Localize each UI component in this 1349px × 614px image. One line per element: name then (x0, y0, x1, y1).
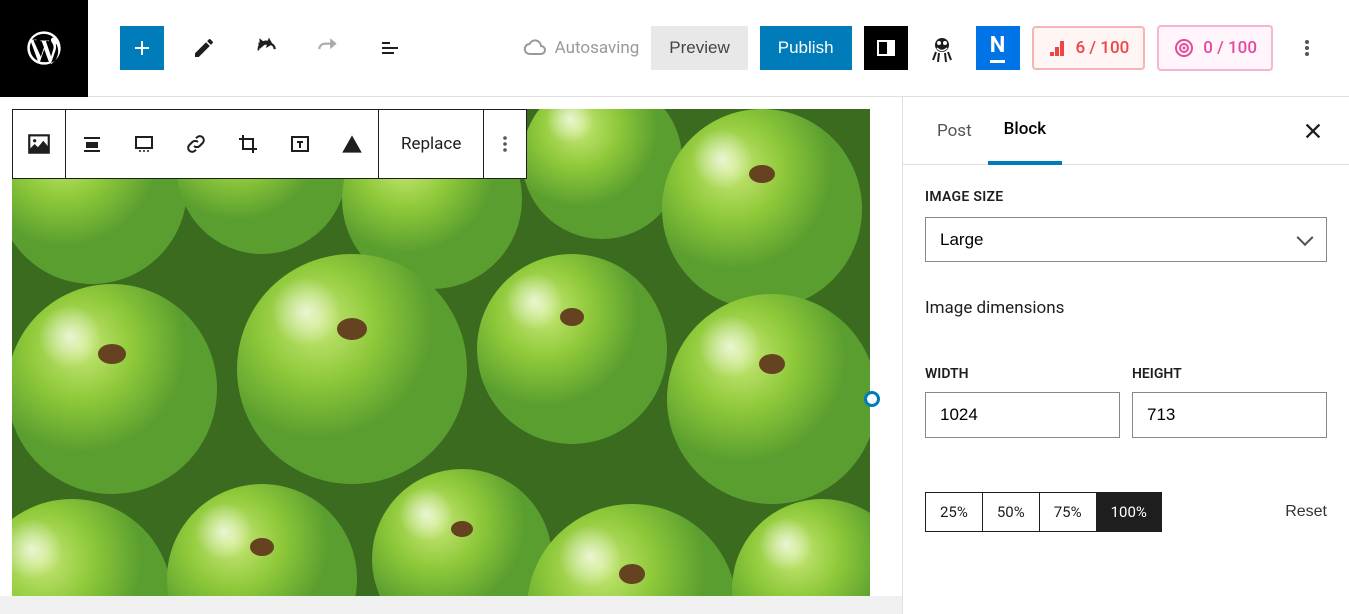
undo-icon (253, 35, 279, 61)
block-more-button[interactable] (484, 110, 526, 178)
caption-button[interactable] (118, 110, 170, 178)
tab-block[interactable]: Block (988, 97, 1062, 165)
duotone-icon (339, 131, 365, 157)
document-outline-button[interactable] (368, 26, 412, 70)
height-input[interactable] (1132, 392, 1327, 438)
close-icon (1302, 120, 1324, 142)
dots-vertical-icon (1295, 36, 1319, 60)
link-icon (184, 132, 208, 156)
preset-50[interactable]: 50% (983, 493, 1040, 531)
more-options-button[interactable] (1285, 26, 1329, 70)
height-label: HEIGHT (1132, 366, 1327, 382)
preset-100[interactable]: 100% (1097, 493, 1161, 531)
dots-vertical-icon (493, 132, 517, 156)
rankmath-button[interactable] (920, 26, 964, 70)
sidebar-icon (874, 36, 898, 60)
seo-score-text: 6 / 100 (1076, 38, 1130, 58)
close-sidebar-button[interactable] (1295, 113, 1331, 149)
align-button[interactable] (66, 110, 118, 178)
align-icon (80, 132, 104, 156)
readability-score-badge[interactable]: 0 / 100 (1157, 25, 1273, 71)
crop-button[interactable] (222, 110, 274, 178)
crop-icon (236, 132, 260, 156)
image-size-select[interactable]: Large (925, 217, 1327, 262)
block-toolbar: Replace (12, 109, 527, 179)
size-presets: 25% 50% 75% 100% (925, 492, 1162, 532)
list-icon (378, 36, 402, 60)
horizontal-scrollbar[interactable] (0, 596, 902, 614)
text-overlay-icon (288, 132, 312, 156)
autosave-text: Autosaving (555, 38, 640, 58)
dimensions-label: Image dimensions (925, 298, 1327, 318)
redo-button[interactable] (306, 26, 350, 70)
n-plugin-button[interactable]: N (976, 26, 1020, 70)
width-input[interactable] (925, 392, 1120, 438)
wordpress-logo[interactable] (0, 0, 88, 97)
preview-button[interactable]: Preview (651, 26, 747, 70)
plus-icon (130, 36, 154, 60)
pencil-icon (192, 36, 216, 60)
toolbar-right: Autosaving Preview Publish N 6 / 100 0 /… (523, 25, 1349, 71)
preset-75[interactable]: 75% (1040, 493, 1097, 531)
image-icon (26, 131, 52, 157)
image-size-label: IMAGE SIZE (925, 189, 1327, 205)
target-icon (1173, 37, 1195, 59)
readability-text: 0 / 100 (1203, 38, 1257, 58)
edit-button[interactable] (182, 26, 226, 70)
link-button[interactable] (170, 110, 222, 178)
rankmath-icon (926, 32, 958, 64)
seo-score-badge[interactable]: 6 / 100 (1032, 26, 1146, 70)
width-label: WIDTH (925, 366, 1120, 382)
editor-topbar: Autosaving Preview Publish N 6 / 100 0 /… (0, 0, 1349, 97)
sidebar-tabs: Post Block (903, 97, 1349, 165)
toolbar-left (88, 26, 412, 70)
add-block-button[interactable] (120, 26, 164, 70)
autosave-status: Autosaving (523, 36, 640, 60)
text-overlay-button[interactable] (274, 110, 326, 178)
apple-image (12, 109, 870, 614)
redo-icon (315, 35, 341, 61)
settings-panel-toggle[interactable] (864, 26, 908, 70)
preset-25[interactable]: 25% (926, 493, 983, 531)
block-type-button[interactable] (13, 110, 65, 178)
cloud-icon (523, 36, 547, 60)
editor-canvas: Replace (0, 97, 902, 614)
n-label: N (990, 33, 1006, 63)
reset-button[interactable]: Reset (1285, 503, 1327, 521)
wordpress-icon (24, 28, 64, 68)
tab-post[interactable]: Post (921, 99, 988, 163)
undo-button[interactable] (244, 26, 288, 70)
bars-icon (1048, 38, 1068, 58)
duotone-button[interactable] (326, 110, 378, 178)
replace-button[interactable]: Replace (379, 110, 483, 178)
publish-button[interactable]: Publish (760, 26, 852, 70)
resize-handle[interactable] (864, 391, 880, 407)
image-block[interactable]: Replace (12, 109, 872, 614)
caption-icon (132, 132, 156, 156)
settings-sidebar: Post Block IMAGE SIZE Large Image dimens… (902, 97, 1349, 614)
